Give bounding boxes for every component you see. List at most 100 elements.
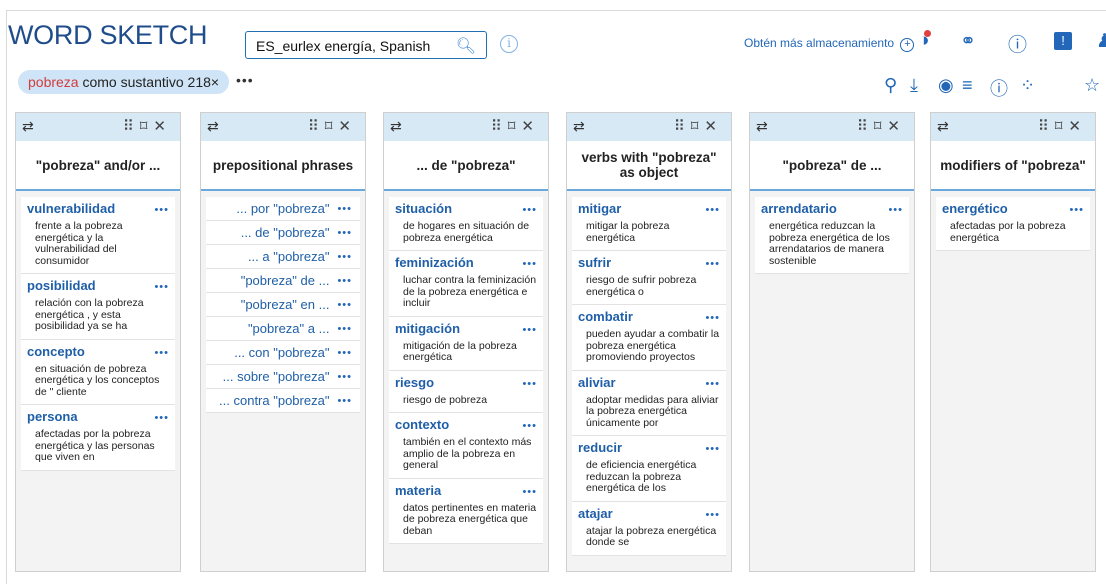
column-tools-icons[interactable]: ⠿⌑✕ — [1038, 117, 1087, 135]
more-button[interactable]: ••• — [522, 258, 537, 270]
more-button[interactable]: ••• — [154, 412, 169, 424]
info-icon[interactable]: i — [500, 35, 518, 53]
more-button[interactable]: ••• — [705, 312, 720, 324]
collocation-item[interactable]: feminización ••• luchar contra la feminiz… — [389, 251, 543, 317]
phrase-item[interactable]: ... a "pobreza" ••• — [206, 245, 360, 269]
collocate-word[interactable]: aliviar — [578, 375, 616, 390]
more-button[interactable]: ••• — [154, 204, 169, 216]
more-button[interactable]: ••• — [705, 258, 720, 270]
collocation-item[interactable]: materia ••• datos pertinentes en materia … — [389, 478, 543, 544]
notification-icon[interactable]: ◑ — [918, 30, 933, 52]
swap-icon[interactable]: ⇄ — [22, 118, 34, 135]
collocation-item[interactable]: contexto ••• también en el contexto más a… — [389, 413, 543, 479]
phrase-item[interactable]: "pobreza" de ... ••• — [206, 269, 360, 293]
search-icon[interactable]: 🔍︎ — [456, 36, 476, 56]
collocation-item[interactable]: vulnerabilidad ••• frente a la pobreza en… — [21, 197, 175, 274]
more-button[interactable]: ••• — [337, 395, 352, 407]
swap-icon[interactable]: ⇄ — [937, 118, 949, 135]
collocation-item[interactable]: combatir ••• pueden ayudar a combatir la … — [572, 305, 726, 371]
collocation-item[interactable]: arrendatario ••• energética reduzcan la p… — [755, 197, 909, 274]
phrase-label[interactable]: ... sobre "pobreza" — [223, 369, 330, 384]
feedback-icon[interactable]: ! — [1054, 32, 1072, 50]
collocate-word[interactable]: concepto — [27, 344, 85, 359]
column-tools-icons[interactable]: ⠿⌑✕ — [123, 117, 172, 135]
swap-icon[interactable]: ⇄ — [756, 118, 768, 135]
collocation-item[interactable]: energético ••• afectadas por la pobreza e… — [936, 197, 1090, 251]
collocate-word[interactable]: mitigación — [395, 321, 460, 336]
swap-icon[interactable]: ⇄ — [390, 118, 402, 135]
collocate-word[interactable]: feminización — [395, 255, 474, 270]
more-button[interactable]: ••• — [1069, 204, 1084, 216]
more-button[interactable]: ••• — [337, 203, 352, 215]
collocate-word[interactable]: materia — [395, 483, 441, 498]
phrase-item[interactable]: "pobreza" en ... ••• — [206, 293, 360, 317]
swap-icon[interactable]: ⇄ — [207, 118, 219, 135]
collocate-word[interactable]: sufrir — [578, 255, 611, 270]
more-button[interactable]: ••• — [337, 371, 352, 383]
more-button[interactable]: ••• — [154, 347, 169, 359]
more-button[interactable]: ••• — [705, 509, 720, 521]
more-button[interactable]: ••• — [522, 486, 537, 498]
collocate-word[interactable]: arrendatario — [761, 201, 837, 216]
query-pill[interactable]: pobreza como sustantivo 218× — [18, 70, 230, 94]
phrase-label[interactable]: ... a "pobreza" — [248, 249, 330, 264]
collocation-item[interactable]: sufrir ••• riesgo de sufrir pobreza energ… — [572, 251, 726, 305]
more-button[interactable]: ••• — [337, 323, 352, 335]
more-button[interactable]: ••• — [522, 420, 537, 432]
swap-icon[interactable]: ⇄ — [573, 118, 585, 135]
phrase-label[interactable]: ... contra "pobreza" — [219, 393, 329, 408]
more-button[interactable]: ••• — [337, 347, 352, 359]
collocate-word[interactable]: posibilidad — [27, 278, 96, 293]
phrase-label[interactable]: ... con "pobreza" — [234, 345, 329, 360]
more-button[interactable]: ••• — [522, 204, 537, 216]
more-button[interactable]: ••• — [337, 227, 352, 239]
corpus-selector[interactable]: ES_eurlex energía, Spanish 🔍︎ — [245, 31, 487, 59]
phrase-label[interactable]: "pobreza" en ... — [241, 297, 330, 312]
more-button[interactable]: ••• — [522, 324, 537, 336]
phrase-item[interactable]: ... sobre "pobreza" ••• — [206, 365, 360, 389]
phrase-item[interactable]: ... de "pobreza" ••• — [206, 221, 360, 245]
eye-icon[interactable]: ◉ — [938, 75, 954, 96]
zoom-icon[interactable]: ⚲ — [884, 75, 897, 96]
more-button[interactable]: ••• — [522, 378, 537, 390]
collocate-word[interactable]: energético — [942, 201, 1008, 216]
collocation-item[interactable]: persona ••• afectadas por la pobreza ener… — [21, 405, 175, 471]
star-icon[interactable]: ☆ — [1084, 75, 1100, 96]
download-icon[interactable]: ⤓ — [910, 75, 918, 96]
column-tools-icons[interactable]: ⠿⌑✕ — [491, 117, 540, 135]
more-button[interactable]: ••• — [705, 378, 720, 390]
phrase-label[interactable]: ... de "pobreza" — [241, 225, 330, 240]
collocate-word[interactable]: mitigar — [578, 201, 621, 216]
more-button[interactable]: ••• — [337, 299, 352, 311]
collocation-item[interactable]: concepto ••• en situación de pobreza ener… — [21, 339, 175, 405]
collocate-word[interactable]: situación — [395, 201, 452, 216]
collocation-item[interactable]: mitigación ••• mitigación de la pobreza e… — [389, 316, 543, 371]
phrase-label[interactable]: "pobreza" a ... — [248, 321, 330, 336]
phrase-item[interactable]: ... con "pobreza" ••• — [206, 341, 360, 365]
collocation-item[interactable]: aliviar ••• adoptar medidas para aliviar … — [572, 370, 726, 436]
filter-icon[interactable]: ≡ — [962, 75, 973, 96]
more-button[interactable]: ••• — [337, 251, 352, 263]
more-button[interactable]: ••• — [888, 204, 903, 216]
collocate-word[interactable]: atajar — [578, 506, 613, 521]
collocation-item[interactable]: mitigar ••• mitigar la pobreza energética — [572, 197, 726, 251]
help-icon[interactable]: ⓘ — [1008, 30, 1027, 57]
collocation-item[interactable]: atajar ••• atajar la pobreza energética d… — [572, 501, 726, 556]
phrase-item[interactable]: ... por "pobreza" ••• — [206, 197, 360, 221]
more-button[interactable]: ••• — [705, 204, 720, 216]
collocate-word[interactable]: vulnerabilidad — [27, 201, 115, 216]
column-tools-icons[interactable]: ⠿⌑✕ — [308, 117, 357, 135]
more-button[interactable]: ••• — [705, 443, 720, 455]
collocate-word[interactable]: combatir — [578, 309, 633, 324]
column-tools-icons[interactable]: ⠿⌑✕ — [674, 117, 723, 135]
phrase-item[interactable]: "pobreza" a ... ••• — [206, 317, 360, 341]
collocate-word[interactable]: riesgo — [395, 375, 434, 390]
more-button[interactable]: ••• — [337, 275, 352, 287]
collocation-item[interactable]: situación ••• de hogares en situación de … — [389, 197, 543, 251]
column-tools-icons[interactable]: ⠿⌑✕ — [857, 117, 906, 135]
clusters-icon[interactable]: ⁘ — [1020, 75, 1035, 96]
phrase-item[interactable]: ... contra "pobreza" ••• — [206, 389, 360, 413]
info-icon[interactable]: ⓘ — [990, 75, 1008, 101]
phrase-label[interactable]: ... por "pobreza" — [236, 201, 329, 216]
more-button[interactable]: ••• — [154, 281, 169, 293]
